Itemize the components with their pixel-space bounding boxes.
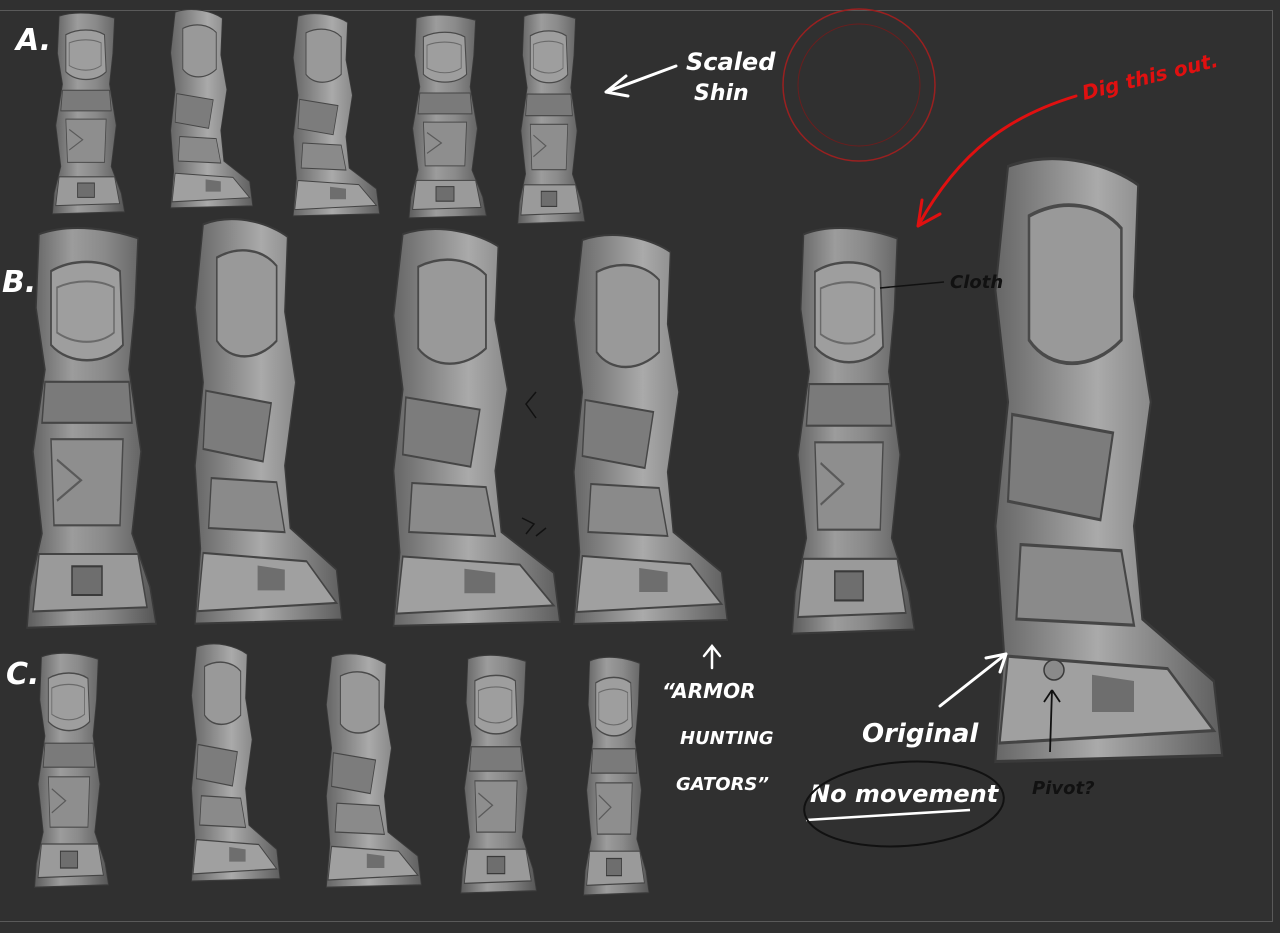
note-scaled: Scaled <box>686 48 776 76</box>
sculpt-c4 <box>460 654 538 894</box>
row-label-b: B. <box>2 265 36 300</box>
sculpt-a5 <box>517 12 586 225</box>
row-a-sculpts <box>51 8 586 225</box>
note-shin: Shin <box>694 81 749 106</box>
note-pivot: Pivot? <box>1032 778 1095 799</box>
sculpt-b1 <box>25 226 158 630</box>
note-original: Original <box>862 719 979 749</box>
sculpt-a3 <box>292 12 381 217</box>
gators-arrow <box>702 643 722 670</box>
mark-b3-strap <box>521 517 547 537</box>
sculpt-c2 <box>190 643 281 882</box>
original-leg-sculpt <box>993 156 1225 764</box>
sculpt-b5-front <box>790 226 916 635</box>
arrow-icon <box>604 64 678 98</box>
sculpt-b2 <box>193 217 344 625</box>
no-movement-underline <box>805 808 971 822</box>
note-cloth: Cloth <box>950 272 1003 293</box>
row-b-sculpts <box>25 217 916 635</box>
note-no-movement: No movement <box>810 780 1000 808</box>
brush-cursor-icon <box>782 8 936 162</box>
mark-b3-notch <box>525 391 537 419</box>
sculpt-c3 <box>325 653 423 888</box>
sculpt-b3 <box>392 227 562 628</box>
row-c-sculpts <box>33 643 650 896</box>
pivot-joint <box>1043 659 1065 681</box>
note-dig-this-out: Dig this out. <box>1079 48 1220 105</box>
sculpt-a2 <box>170 8 254 209</box>
concept-sheet: A. B. C. Scaled Shin Dig this out. Cloth… <box>2 8 1225 896</box>
sculpt-c5 <box>582 656 650 896</box>
sculpt-c1 <box>33 652 110 888</box>
sculpt-a4 <box>408 14 488 219</box>
row-label-c: C. <box>6 657 39 692</box>
sculpt-a1 <box>51 12 126 215</box>
sculpt-b4 <box>572 233 729 626</box>
original-arrow <box>938 652 1008 708</box>
note-armor: “ARMOR <box>662 679 756 703</box>
row-label-a: A. <box>14 23 51 58</box>
sketch-canvas: A. B. C. Scaled Shin Dig this out. Cloth… <box>0 0 1280 933</box>
note-hunting: HUNTING <box>680 728 774 749</box>
note-gators: GATORS” <box>676 774 769 795</box>
